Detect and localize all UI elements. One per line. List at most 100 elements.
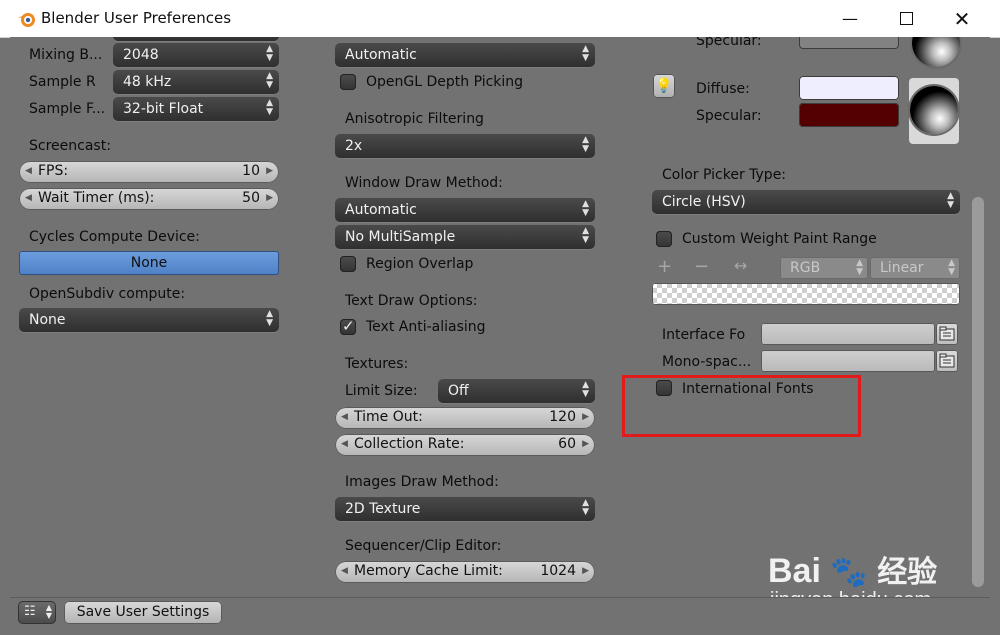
international-fonts-checkbox[interactable] — [656, 380, 672, 396]
arrow-left-icon: ◀ — [341, 412, 348, 422]
mixing-buffer-label: Mixing B... — [29, 47, 103, 63]
region-overlap-label: Region Overlap — [366, 256, 474, 272]
arrow-left-icon: ◀ — [341, 439, 348, 449]
collection-rate-label: Collection Rate: — [354, 436, 465, 452]
multisample-menu[interactable]: No MultiSample ▲ ▼ — [335, 225, 595, 249]
updown-arrows-icon: ▲ ▼ — [582, 135, 589, 154]
ramp-interp-menu[interactable]: Linear ▲ ▼ — [870, 257, 960, 279]
fps-field[interactable]: ◀ FPS: 10 ▶ — [19, 161, 279, 183]
light-sphere-frame — [909, 78, 959, 144]
collection-rate-value: 60 — [558, 436, 576, 452]
fps-label: FPS: — [38, 163, 69, 179]
opensubdiv-value: None — [29, 312, 66, 328]
sample-format-label: Sample F... — [29, 101, 106, 117]
mono-font-input[interactable] — [761, 350, 935, 372]
timeout-label: Time Out: — [354, 409, 423, 425]
add-icon[interactable]: + — [657, 256, 672, 277]
limit-size-label: Limit Size: — [345, 383, 418, 399]
mono-font-browse-button[interactable] — [936, 350, 958, 372]
sample-rate-value: 48 kHz — [123, 74, 172, 90]
cycles-device-value: None — [130, 255, 168, 271]
images-draw-menu[interactable]: 2D Texture ▲ ▼ — [335, 497, 595, 521]
arrow-right-icon: ▶ — [266, 193, 273, 203]
preferences-content: Mixing B... 2048 ▲ ▼ Sample R 48 kHz ▲ ▼ S… — [10, 37, 990, 597]
window-draw-value: Automatic — [345, 202, 417, 218]
clipped-menu[interactable] — [113, 37, 279, 41]
close-button[interactable]: ✕ — [934, 0, 990, 37]
flip-icon[interactable]: ↔ — [734, 256, 747, 275]
interface-font-input[interactable] — [761, 323, 935, 345]
memory-cache-field[interactable]: ◀ Memory Cache Limit: 1024 ▶ — [335, 561, 595, 583]
updown-arrows-icon: ▲ ▼ — [266, 71, 273, 90]
paw-icon: 🐾 — [830, 556, 868, 589]
timeout-field[interactable]: ◀ Time Out: 120 ▶ — [335, 407, 595, 429]
opensubdiv-label: OpenSubdiv compute: — [29, 286, 186, 302]
wait-timer-field[interactable]: ◀ Wait Timer (ms): 50 ▶ — [19, 188, 279, 210]
updown-arrows-icon: ▲ ▼ — [582, 199, 589, 218]
watermark-brand-cn: 经验 — [877, 556, 938, 589]
international-fonts-label: International Fonts — [682, 381, 814, 397]
ramp-mode-menu[interactable]: RGB ▲ ▼ — [780, 257, 868, 279]
save-user-settings-button[interactable]: Save User Settings — [64, 601, 222, 624]
watermark-logo: Bai 🐾 经验 — [768, 547, 937, 591]
cycles-device-button[interactable]: None — [19, 251, 279, 275]
custom-weight-checkbox[interactable] — [656, 231, 672, 247]
fps-value: 10 — [242, 163, 260, 179]
collection-rate-field[interactable]: ◀ Collection Rate: 60 ▶ — [335, 434, 595, 456]
color-ramp-preview[interactable] — [652, 283, 960, 305]
limit-size-menu[interactable]: Off ▲ ▼ — [438, 379, 595, 403]
editor-type-button[interactable]: ☷ ▲ ▼ — [18, 601, 56, 624]
text-draw-label: Text Draw Options: — [345, 293, 478, 309]
text-antialias-label: Text Anti-aliasing — [366, 319, 486, 335]
diffuse-color-swatch[interactable] — [799, 76, 899, 100]
arrow-right-icon: ▶ — [582, 566, 589, 576]
maximize-button[interactable] — [878, 0, 934, 37]
updown-arrows-icon: ▲ ▼ — [582, 44, 589, 63]
opengl-depth-checkbox[interactable] — [340, 74, 356, 90]
annotation-highlight-box — [622, 375, 861, 437]
wait-timer-label: Wait Timer (ms): — [38, 190, 155, 206]
ramp-interp-value: Linear — [880, 260, 924, 276]
wait-timer-value: 50 — [242, 190, 260, 206]
updown-arrows-icon: ▲ ▼ — [266, 98, 273, 117]
minimize-button[interactable]: — — [822, 0, 878, 37]
multisample-value: No MultiSample — [345, 229, 456, 245]
save-user-settings-label: Save User Settings — [76, 604, 210, 620]
aniso-value: 2x — [345, 138, 363, 154]
interface-font-label: Interface Fo — [662, 327, 746, 343]
textures-label: Textures: — [345, 356, 409, 372]
watermark-brand: Bai — [768, 552, 821, 590]
specular-top-swatch[interactable] — [799, 37, 899, 49]
top-draw-value: Automatic — [345, 47, 417, 63]
sample-format-menu[interactable]: 32-bit Float ▲ ▼ — [113, 97, 279, 121]
sample-rate-menu[interactable]: 48 kHz ▲ ▼ — [113, 70, 279, 94]
opensubdiv-menu[interactable]: None ▲ ▼ — [19, 308, 279, 332]
blender-logo-icon — [18, 13, 35, 27]
color-picker-menu[interactable]: Circle (HSV) ▲ ▼ — [652, 190, 960, 214]
cycles-device-label: Cycles Compute Device: — [29, 229, 200, 245]
updown-arrows-icon: ▲ ▼ — [947, 191, 954, 210]
vertical-scrollbar[interactable] — [972, 197, 984, 587]
window-draw-menu[interactable]: Automatic ▲ ▼ — [335, 198, 595, 222]
interface-font-browse-button[interactable] — [936, 323, 958, 345]
preferences-window: Blender User Preferences — ✕ Mixing B...… — [0, 0, 1000, 635]
light-bulb-icon[interactable]: 💡 — [653, 74, 675, 98]
specular-top-label: Specular: — [696, 37, 762, 49]
specular-color-swatch[interactable] — [799, 103, 899, 127]
text-antialias-checkbox[interactable]: ✓ — [340, 317, 356, 335]
arrow-left-icon: ◀ — [25, 193, 32, 203]
remove-icon[interactable]: − — [694, 256, 709, 277]
timeout-value: 120 — [549, 409, 576, 425]
memory-cache-label: Memory Cache Limit: — [354, 563, 503, 579]
top-draw-menu[interactable]: Automatic ▲ ▼ — [335, 43, 595, 67]
updown-arrows-icon: ▲ ▼ — [856, 258, 863, 277]
mixing-buffer-menu[interactable]: 2048 ▲ ▼ — [113, 43, 279, 67]
mixing-buffer-value: 2048 — [123, 47, 159, 63]
title-bar: Blender User Preferences — ✕ — [0, 0, 1000, 38]
updown-arrows-icon: ▲ ▼ — [582, 380, 589, 399]
aniso-menu[interactable]: 2x ▲ ▼ — [335, 134, 595, 158]
region-overlap-checkbox[interactable] — [340, 256, 356, 272]
sample-rate-label: Sample R — [29, 74, 96, 90]
minimize-icon: — — [842, 9, 858, 28]
maximize-icon — [899, 12, 913, 25]
